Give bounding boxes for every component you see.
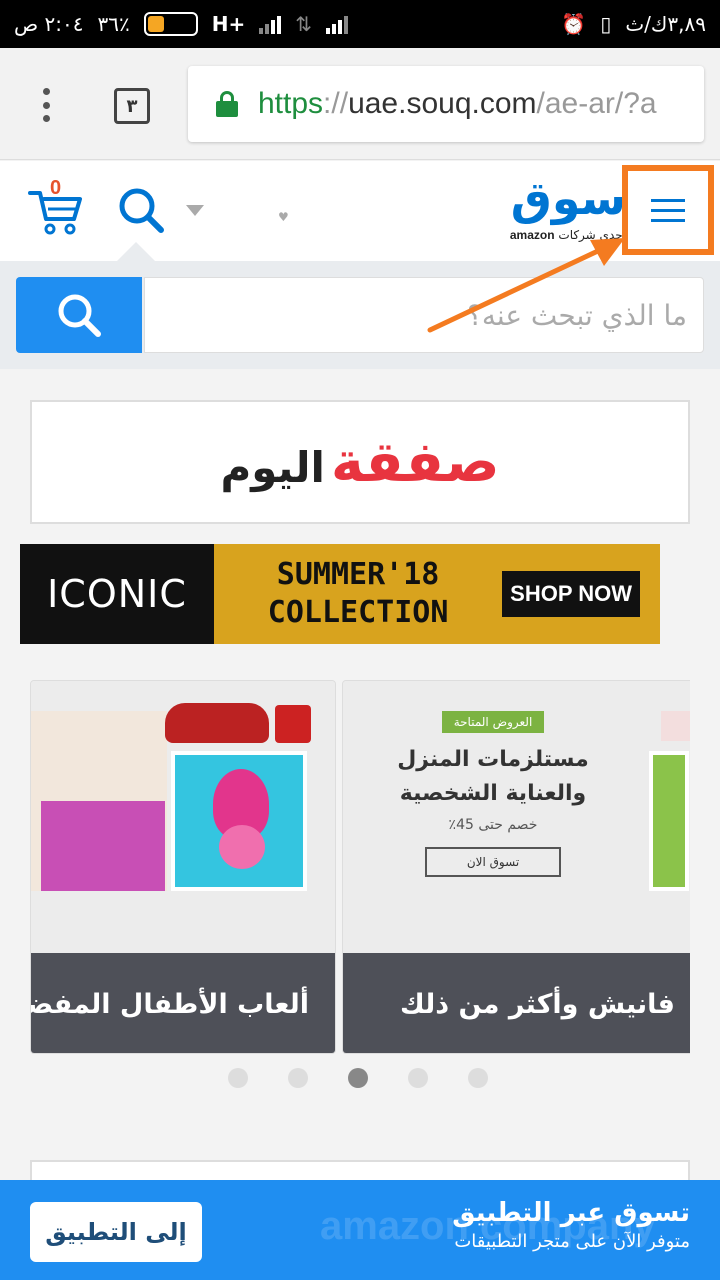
cart-count: 0 [50,177,62,199]
lock-icon [216,91,238,117]
carousel-card-toys[interactable]: ألعاب الأطفال المفضلة [30,680,336,1054]
heart-icon: ♥ [278,210,289,224]
pagination-dot[interactable] [408,1068,428,1088]
carousel-card-household[interactable]: العروض المتاحة مستلزمات المنزل والعناية … [342,680,690,1054]
carousel-pagination [228,1068,488,1088]
household-promo-image: العروض المتاحة مستلزمات المنزل والعناية … [343,681,690,953]
clock: ٢:٠٤ ص [14,12,84,36]
url-bar[interactable]: https://uae.souq.com/ae-ar/?a [188,66,704,142]
banner-line-2: COLLECTION [267,595,449,630]
search-submit-button[interactable] [16,277,142,353]
browser-toolbar: ٣ https://uae.souq.com/ae-ar/?a [0,48,720,160]
shop-now-promo-button: تسوق الان [424,847,562,877]
dropdown-notch [116,242,156,262]
cart-button[interactable]: 0 [28,177,84,239]
more-options-icon[interactable] [40,88,52,122]
search-icon [58,294,101,337]
toys-image [31,681,335,953]
data-transfer-icon: ⇅ [295,12,313,36]
shop-now-button[interactable]: SHOP NOW [502,571,640,617]
app-banner-title: تسوق عبر التطبيق [452,1198,690,1228]
dropdown-caret-icon[interactable] [186,205,204,216]
card-caption: فانيش وأكثر من ذلك [343,953,690,1053]
battery-icon [143,12,198,36]
pagination-dot[interactable] [288,1068,308,1088]
pagination-dot[interactable] [468,1068,488,1088]
iconic-summer-banner[interactable]: ICONIC SUMMER'18 COLLECTION SHOP NOW [20,544,660,644]
battery-percent: ٣٦٪ [97,12,130,36]
open-app-button[interactable]: إلى التطبيق [30,1202,202,1262]
signal-icon-2 [326,14,349,34]
annotation-arrow [427,238,625,333]
status-bar: ٢:٠٤ ص ٣٦٪ H+ ⇅ ⏰ ▯ ٣,٨٩ك/ث [0,0,720,48]
signal-icon [259,14,282,34]
data-speed: ٣,٨٩ك/ث [625,12,706,36]
network-type: H+ [211,12,246,36]
tab-switcher-button[interactable]: ٣ [114,88,150,124]
search-toggle-button[interactable] [116,185,166,235]
card-caption: ألعاب الأطفال المفضلة [31,953,335,1053]
pagination-dot[interactable] [348,1068,368,1088]
deal-of-the-day-banner[interactable]: صفقة اليوم [30,400,690,524]
tab-count: ٣ [126,95,138,117]
iconic-brand: ICONIC [20,544,214,644]
pagination-dot[interactable] [228,1068,248,1088]
banner-line-1: SUMMER'18 [276,557,440,592]
vibrate-off-icon: ▯ [600,12,612,36]
app-download-banner: amazon company إلى التطبيق تسوق عبر التط… [0,1180,720,1280]
app-banner-subtitle: متوفر الآن على متجر التطبيقات [454,1231,690,1252]
search-icon [119,188,164,233]
url-text: https://uae.souq.com/ae-ar/?a [258,87,657,120]
alarm-icon: ⏰ [561,12,587,36]
category-carousel: ألعاب الأطفال المفضلة العروض المتاحة مست… [30,680,690,1056]
